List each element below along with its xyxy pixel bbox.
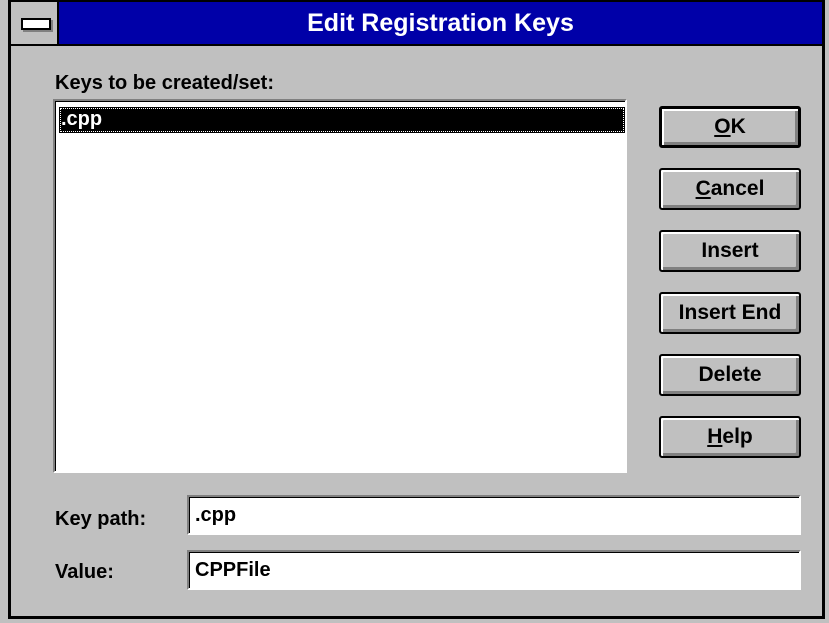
window-title: Edit Registration Keys (307, 9, 574, 37)
value-label: Value: (55, 561, 114, 583)
list-item[interactable]: .cpp (59, 107, 625, 133)
key-path-label: Key path: (55, 508, 147, 530)
keys-list-label: Keys to be created/set: (55, 72, 274, 94)
help-mnemonic: H (707, 425, 723, 448)
key-path-field[interactable]: .cpp (187, 495, 801, 535)
cancel-button[interactable]: Cancel (659, 168, 801, 210)
insert-button[interactable]: Insert (659, 230, 801, 272)
keys-list[interactable]: .cpp (53, 99, 627, 473)
ok-label-rest: K (730, 115, 746, 138)
value-field[interactable]: CPPFile (187, 550, 801, 590)
cancel-mnemonic: C (695, 177, 711, 200)
help-label-rest: elp (722, 425, 753, 448)
edit-registration-keys-dialog: Edit Registration Keys Keys to be create… (8, 0, 825, 619)
cancel-label-rest: ancel (710, 177, 765, 200)
delete-button[interactable]: Delete (659, 354, 801, 396)
insert-end-button[interactable]: Insert End (659, 292, 801, 334)
ok-button[interactable]: OK (659, 106, 801, 148)
help-button[interactable]: Help (659, 416, 801, 458)
ok-mnemonic: O (714, 115, 731, 138)
title-bar[interactable]: Edit Registration Keys (11, 2, 822, 46)
system-menu-button[interactable] (11, 2, 59, 44)
system-menu-icon (21, 18, 51, 30)
